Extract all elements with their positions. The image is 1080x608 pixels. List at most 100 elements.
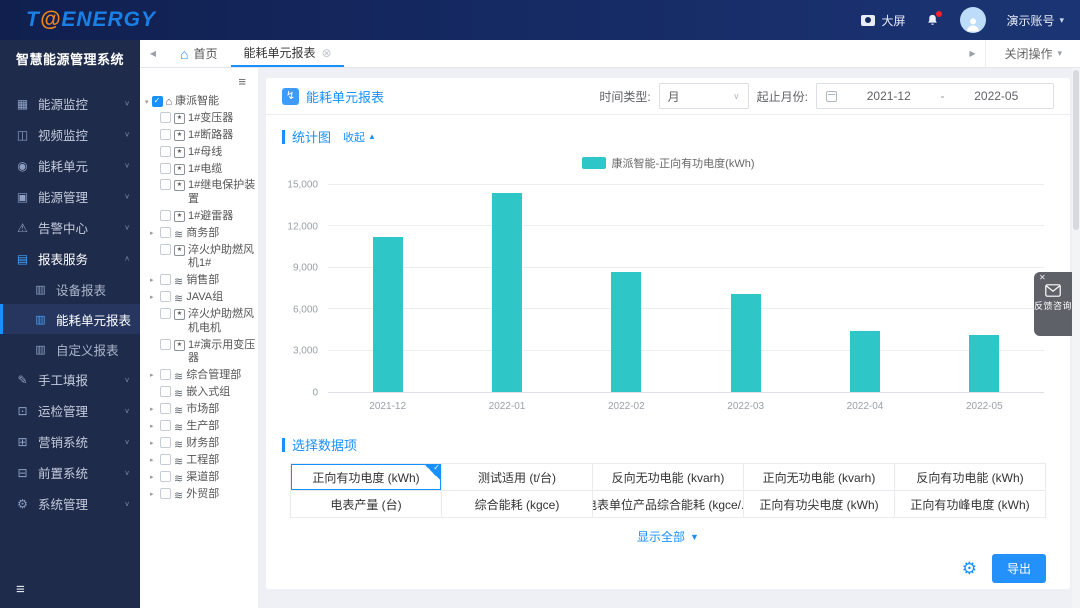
data-item-cell[interactable]: 测试适用 (t/台) (442, 464, 593, 491)
sidebar-item[interactable]: ▣ 能源管理 ∨ (0, 181, 140, 212)
show-all-button[interactable]: 显示全部 ▼ (266, 528, 1070, 545)
tree-menu-icon[interactable]: ≡ (140, 68, 258, 93)
expand-arrow-icon[interactable] (150, 112, 157, 114)
data-item-cell[interactable]: 正向有功电度 (kWh) (291, 464, 442, 491)
sidebar-item[interactable]: ▥ 能耗单元报表 (0, 304, 140, 334)
expand-arrow-icon[interactable] (150, 471, 157, 481)
tree-item-checkbox[interactable] (160, 146, 171, 157)
expand-arrow-icon[interactable] (150, 146, 157, 148)
tree-item-checkbox[interactable] (160, 179, 171, 190)
time-type-select[interactable]: 月 ∨ (659, 83, 749, 109)
tree-item[interactable]: ≋ 生产部 (148, 419, 258, 436)
sidebar-item[interactable]: ⚠ 告警中心 ∨ (0, 212, 140, 243)
tree-item-checkbox[interactable] (160, 386, 171, 397)
tree-item-checkbox[interactable] (160, 437, 171, 448)
tree-item-checkbox[interactable] (160, 339, 171, 350)
expand-arrow-icon[interactable] (150, 420, 157, 430)
close-operations-menu[interactable]: 关闭操作 ▾ (985, 40, 1080, 67)
data-item-cell[interactable]: 正向有功峰电度 (kWh) (895, 491, 1046, 518)
sidebar-item[interactable]: ◫ 视频监控 ∨ (0, 119, 140, 150)
expand-arrow-icon[interactable] (150, 437, 157, 447)
tree-item-checkbox[interactable] (160, 129, 171, 140)
tree-item-checkbox[interactable] (160, 488, 171, 499)
sidebar-item[interactable]: ▥ 自定义报表 (0, 334, 140, 364)
expand-arrow-icon[interactable] (150, 274, 157, 284)
tree-item[interactable]: ≋ 工程部 (148, 453, 258, 470)
sidebar-item[interactable]: ⚙ 系统管理 ∨ (0, 488, 140, 519)
sidebar-item[interactable]: ▦ 能源监控 ∨ (0, 88, 140, 119)
data-item-cell[interactable]: 反向有功电能 (kWh) (895, 464, 1046, 491)
tree-item-checkbox[interactable] (160, 244, 171, 255)
scrollbar-thumb[interactable] (1073, 70, 1079, 230)
tree-item-checkbox[interactable] (160, 454, 171, 465)
account-menu[interactable]: 演示账号 ▾ (1006, 12, 1064, 29)
gear-icon[interactable]: ⚙ (962, 560, 977, 577)
data-item-cell[interactable]: 电表产量 (台) (291, 491, 442, 518)
expand-arrow-icon[interactable] (150, 163, 157, 165)
tree-item[interactable]: ≋ 商务部 (148, 225, 258, 242)
tree-item[interactable]: ★ 1#电缆 (148, 161, 258, 178)
collapse-arrow-icon[interactable]: ▾ (145, 98, 149, 106)
expand-arrow-icon[interactable] (150, 308, 157, 310)
chart-bar-2021-12[interactable] (373, 237, 403, 392)
tree-item[interactable]: ≋ 销售部 (148, 273, 258, 290)
tree-item-checkbox[interactable] (160, 227, 171, 238)
tree-item-checkbox[interactable] (160, 308, 171, 319)
range-end-value[interactable]: 2022-05 (949, 89, 1045, 103)
expand-arrow-icon[interactable] (150, 403, 157, 413)
tree-item[interactable]: ★ 淬火炉助燃风机1# (148, 242, 258, 273)
data-item-cell[interactable]: 正向有功尖电度 (kWh) (744, 491, 895, 518)
sidebar-item[interactable]: ⊟ 前置系统 ∨ (0, 457, 140, 488)
chart-bar-2022-02[interactable] (611, 272, 641, 392)
tabs-scroll-right-icon[interactable]: ▶ (959, 49, 985, 58)
chart-legend[interactable]: 康派智能-正向有功电度(kWh) (266, 155, 1070, 171)
data-item-cell[interactable]: 反向无功电能 (kvarh) (593, 464, 744, 491)
tabs-scroll-left-icon[interactable]: ◀ (140, 49, 166, 58)
tree-item[interactable]: ≋ 财务部 (148, 436, 258, 453)
big-screen-button[interactable]: 大屏 (861, 12, 905, 29)
month-range-picker[interactable]: 2021-12 - 2022-05 (816, 83, 1054, 109)
chart-bar-2022-01[interactable] (492, 193, 522, 392)
tree-item[interactable]: ≋ 外贸部 (148, 487, 258, 504)
expand-arrow-icon[interactable] (150, 244, 157, 246)
close-tab-icon[interactable]: ⊗ (322, 47, 332, 59)
chart-bar-2022-04[interactable] (850, 331, 880, 392)
close-icon[interactable]: ✕ (1039, 274, 1046, 282)
tree-item[interactable]: ≋ 综合管理部 (148, 368, 258, 385)
sidebar-item[interactable]: ▥ 设备报表 (0, 274, 140, 304)
avatar[interactable] (960, 7, 986, 33)
tree-item[interactable]: ★ 1#变压器 (148, 111, 258, 128)
collapse-chart-button[interactable]: 收起 ▲ (343, 129, 376, 145)
tree-item[interactable]: ★ 1#避雷器 (148, 208, 258, 225)
tree-item-checkbox[interactable] (160, 420, 171, 431)
sidebar-item[interactable]: ▤ 报表服务 ∧ (0, 243, 140, 274)
tree-item[interactable]: ★ 1#演示用变压器 (148, 337, 258, 368)
data-item-cell[interactable]: 综合能耗 (kgce) (442, 491, 593, 518)
scrollbar[interactable] (1072, 68, 1080, 608)
sidebar-item[interactable]: ✎ 手工填报 ∨ (0, 364, 140, 395)
tree-item[interactable]: ≋ 市场部 (148, 402, 258, 419)
tree-item[interactable]: ★ 1#继电保护装置 (148, 178, 258, 209)
tree-item[interactable]: ≋ JAVA组 (148, 290, 258, 307)
tree-item-checkbox[interactable] (160, 471, 171, 482)
tree-item[interactable]: ★ 淬火炉助燃风机电机 (148, 307, 258, 338)
data-item-cell[interactable]: 电表单位产品综合能耗 (kgce/... (593, 491, 744, 518)
tree-item-checkbox[interactable] (160, 112, 171, 123)
expand-arrow-icon[interactable] (150, 227, 157, 237)
tree-item-checkbox[interactable] (160, 163, 171, 174)
chart-bar-2022-05[interactable] (969, 335, 999, 392)
tab-energy-unit-report[interactable]: 能耗单元报表 ⊗ (231, 40, 343, 67)
tree-item-checkbox[interactable] (160, 291, 171, 302)
tree-root-node[interactable]: ▾ ⌂ 康派智能 (140, 93, 258, 111)
tree-item[interactable]: ≋ 嵌入式组 (148, 385, 258, 402)
notification-bell-button[interactable] (925, 13, 940, 28)
tree-item-checkbox[interactable] (160, 274, 171, 285)
data-item-cell[interactable]: 正向无功电能 (kvarh) (744, 464, 895, 491)
tree-item-checkbox[interactable] (160, 210, 171, 221)
expand-arrow-icon[interactable] (150, 129, 157, 131)
tree-item[interactable]: ≋ 渠道部 (148, 470, 258, 487)
chart-bar-2022-03[interactable] (731, 294, 761, 392)
collapse-menu-icon[interactable]: ≡ (16, 581, 25, 598)
expand-arrow-icon[interactable] (150, 291, 157, 301)
expand-arrow-icon[interactable] (150, 339, 157, 341)
